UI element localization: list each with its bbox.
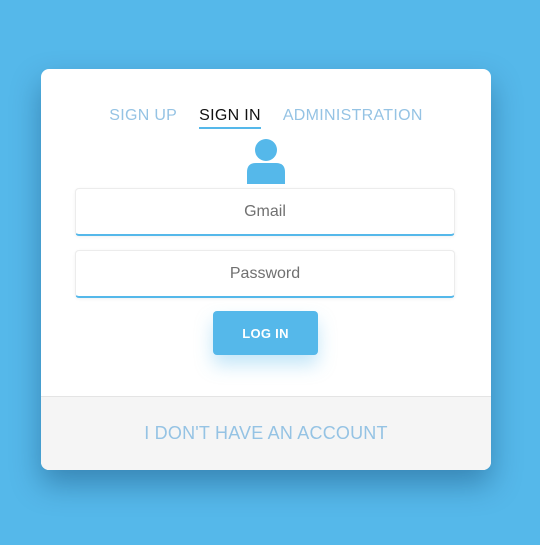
user-icon — [247, 139, 285, 184]
card-footer: I DON'T HAVE AN ACCOUNT — [41, 396, 491, 470]
login-card: SIGN UP SIGN IN ADMINISTRATION LOG IN I … — [41, 69, 491, 470]
login-button[interactable]: LOG IN — [213, 311, 318, 355]
tab-administration[interactable]: ADMINISTRATION — [283, 107, 423, 129]
tab-sign-in[interactable]: SIGN IN — [199, 107, 261, 129]
password-field[interactable] — [75, 250, 455, 298]
tab-sign-up[interactable]: SIGN UP — [109, 107, 177, 129]
auth-tabs: SIGN UP SIGN IN ADMINISTRATION — [41, 107, 491, 129]
no-account-link[interactable]: I DON'T HAVE AN ACCOUNT — [144, 423, 387, 444]
gmail-field[interactable] — [75, 188, 455, 236]
